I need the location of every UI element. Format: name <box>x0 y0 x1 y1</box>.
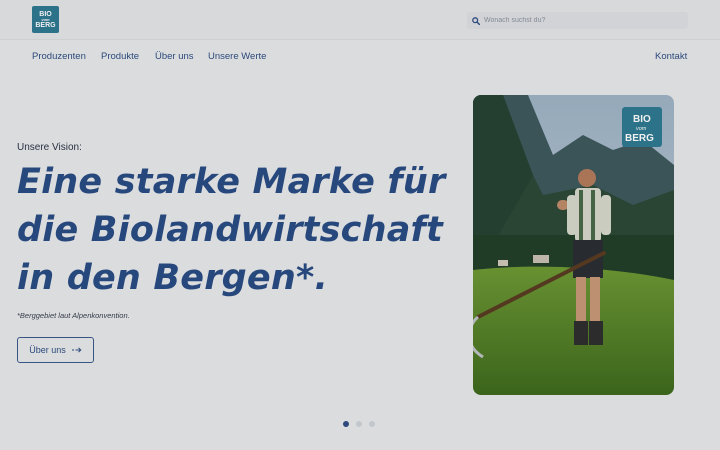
image-badge-line-1: BIO <box>633 114 651 125</box>
about-us-button[interactable]: Über uns <box>17 337 94 363</box>
nav-link-ueber-uns[interactable]: Über uns <box>155 51 194 62</box>
search-bar[interactable] <box>467 12 688 29</box>
carousel-dots <box>343 421 375 427</box>
image-badge-line-2: vom <box>636 126 647 132</box>
carousel-dot[interactable] <box>369 421 375 427</box>
search-icon <box>472 16 480 25</box>
nav-link-produzenten[interactable]: Produzenten <box>32 51 86 62</box>
hero-title: Eine starke Marke für die Biolandwirtsch… <box>17 162 446 298</box>
about-us-button-label: Über uns <box>29 345 66 355</box>
site-header: BIO vom BERG <box>0 0 720 40</box>
hero-image: BIO vom BERG <box>473 95 674 395</box>
image-badge-line-3: BERG <box>625 133 654 144</box>
nav-link-produkte[interactable]: Produkte <box>101 51 139 62</box>
carousel-dot[interactable] <box>356 421 362 427</box>
nav-link-kontakt[interactable]: Kontakt <box>655 51 687 62</box>
hero-kicker: Unsere Vision: <box>17 142 82 153</box>
brand-logo[interactable]: BIO vom BERG <box>32 6 59 33</box>
farmer-mowing-meadow-illustration: BIO vom BERG <box>473 95 674 395</box>
hero-footnote: *Berggebiet laut Alpenkonvention. <box>17 311 130 320</box>
search-input[interactable] <box>484 17 684 24</box>
logo-line-3: BERG <box>35 21 56 29</box>
arrow-right-icon <box>71 347 82 353</box>
main-navigation: Produzenten Produkte Über uns Unsere Wer… <box>0 40 720 70</box>
carousel-dot[interactable] <box>343 421 349 427</box>
nav-link-unsere-werte[interactable]: Unsere Werte <box>208 51 266 62</box>
